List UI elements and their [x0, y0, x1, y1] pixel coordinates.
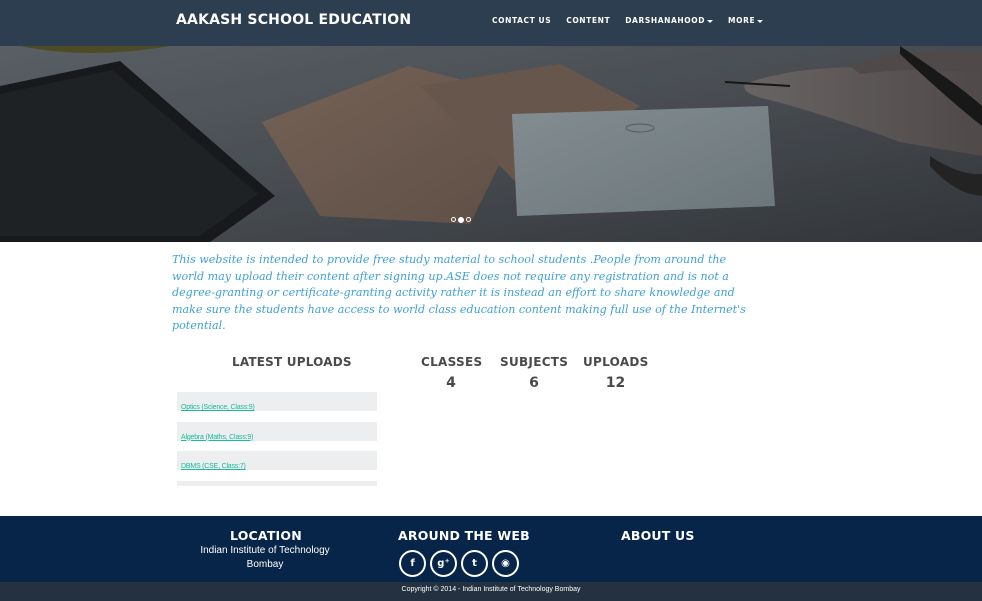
footer-location-address: Indian Institute of Technology Bombay — [185, 544, 345, 572]
carousel-dot-3[interactable] — [466, 217, 471, 222]
list-item-partial — [177, 480, 377, 486]
footer-web-heading: AROUND THE WEB — [398, 528, 530, 543]
latest-uploads-heading: LATEST UPLOADS — [232, 355, 352, 369]
github-icon: ◉ — [501, 558, 510, 569]
carousel-indicators — [451, 216, 471, 223]
carousel-dot-2[interactable] — [458, 216, 464, 223]
latest-uploads-list: Optics (Science, Class:9) Algebra (Maths… — [177, 392, 377, 486]
hero-image — [0, 46, 982, 242]
facebook-button[interactable]: f — [399, 550, 426, 577]
address-line-2: Bombay — [246, 559, 284, 570]
footer-about-heading[interactable]: ABOUT US — [621, 528, 695, 543]
list-item: Optics (Science, Class:9) — [177, 392, 377, 411]
upload-link[interactable]: Algebra (Maths, Class:9) — [181, 434, 253, 441]
intro-text: This website is intended to provide free… — [172, 253, 746, 332]
chevron-down-icon — [757, 19, 764, 23]
twitter-button[interactable]: t — [461, 550, 488, 577]
stat-value: 12 — [605, 375, 626, 391]
stat-value: 4 — [446, 375, 456, 391]
hero-carousel[interactable] — [0, 46, 982, 242]
google-plus-button[interactable]: g⁺ — [430, 550, 457, 577]
chevron-down-icon — [707, 19, 714, 23]
nav-menu: CONTACT US CONTENT DARSHANAHOOD MORE — [492, 16, 764, 25]
stat-uploads: UPLOADS 12 — [583, 355, 648, 391]
stat-subjects: SUBJECTS 6 — [500, 355, 568, 391]
footer-location-heading: LOCATION — [230, 528, 302, 543]
stat-classes: CLASSES 4 — [421, 355, 483, 391]
nav-darshanahood-dropdown[interactable]: DARSHANAHOOD — [625, 16, 714, 25]
nav-more-label: MORE — [728, 16, 756, 25]
address-line-1: Indian Institute of Technology — [200, 545, 330, 556]
brand-logo[interactable]: AAKASH SCHOOL EDUCATION — [176, 12, 411, 28]
facebook-icon: f — [410, 558, 415, 569]
github-button[interactable]: ◉ — [492, 550, 519, 577]
upload-link[interactable]: Optics (Science, Class:9) — [181, 404, 255, 411]
stat-value: 6 — [529, 375, 539, 391]
stat-label: CLASSES — [421, 355, 483, 369]
upload-link[interactable]: DBMS (CSE, Class:7) — [181, 463, 246, 470]
google-plus-icon: g⁺ — [437, 558, 450, 569]
nav-contact-us[interactable]: CONTACT US — [492, 16, 551, 25]
carousel-dot-1[interactable] — [451, 217, 456, 222]
twitter-icon: t — [472, 558, 477, 569]
stat-label: SUBJECTS — [500, 355, 569, 369]
navbar: AAKASH SCHOOL EDUCATION CONTACT US CONTE… — [0, 0, 982, 46]
footer: LOCATION Indian Institute of Technology … — [0, 516, 982, 582]
list-item: Algebra (Maths, Class:9) — [177, 421, 377, 441]
nav-darshanahood-label: DARSHANAHOOD — [625, 16, 706, 25]
social-links: f g⁺ t ◉ — [399, 550, 519, 577]
nav-content[interactable]: CONTENT — [566, 16, 610, 25]
nav-more-dropdown[interactable]: MORE — [728, 16, 764, 25]
stat-label: UPLOADS — [583, 355, 649, 369]
list-item: DBMS (CSE, Class:7) — [177, 451, 377, 470]
copyright-bar: Copyright © 2014 - Indian Institute of T… — [0, 582, 982, 601]
